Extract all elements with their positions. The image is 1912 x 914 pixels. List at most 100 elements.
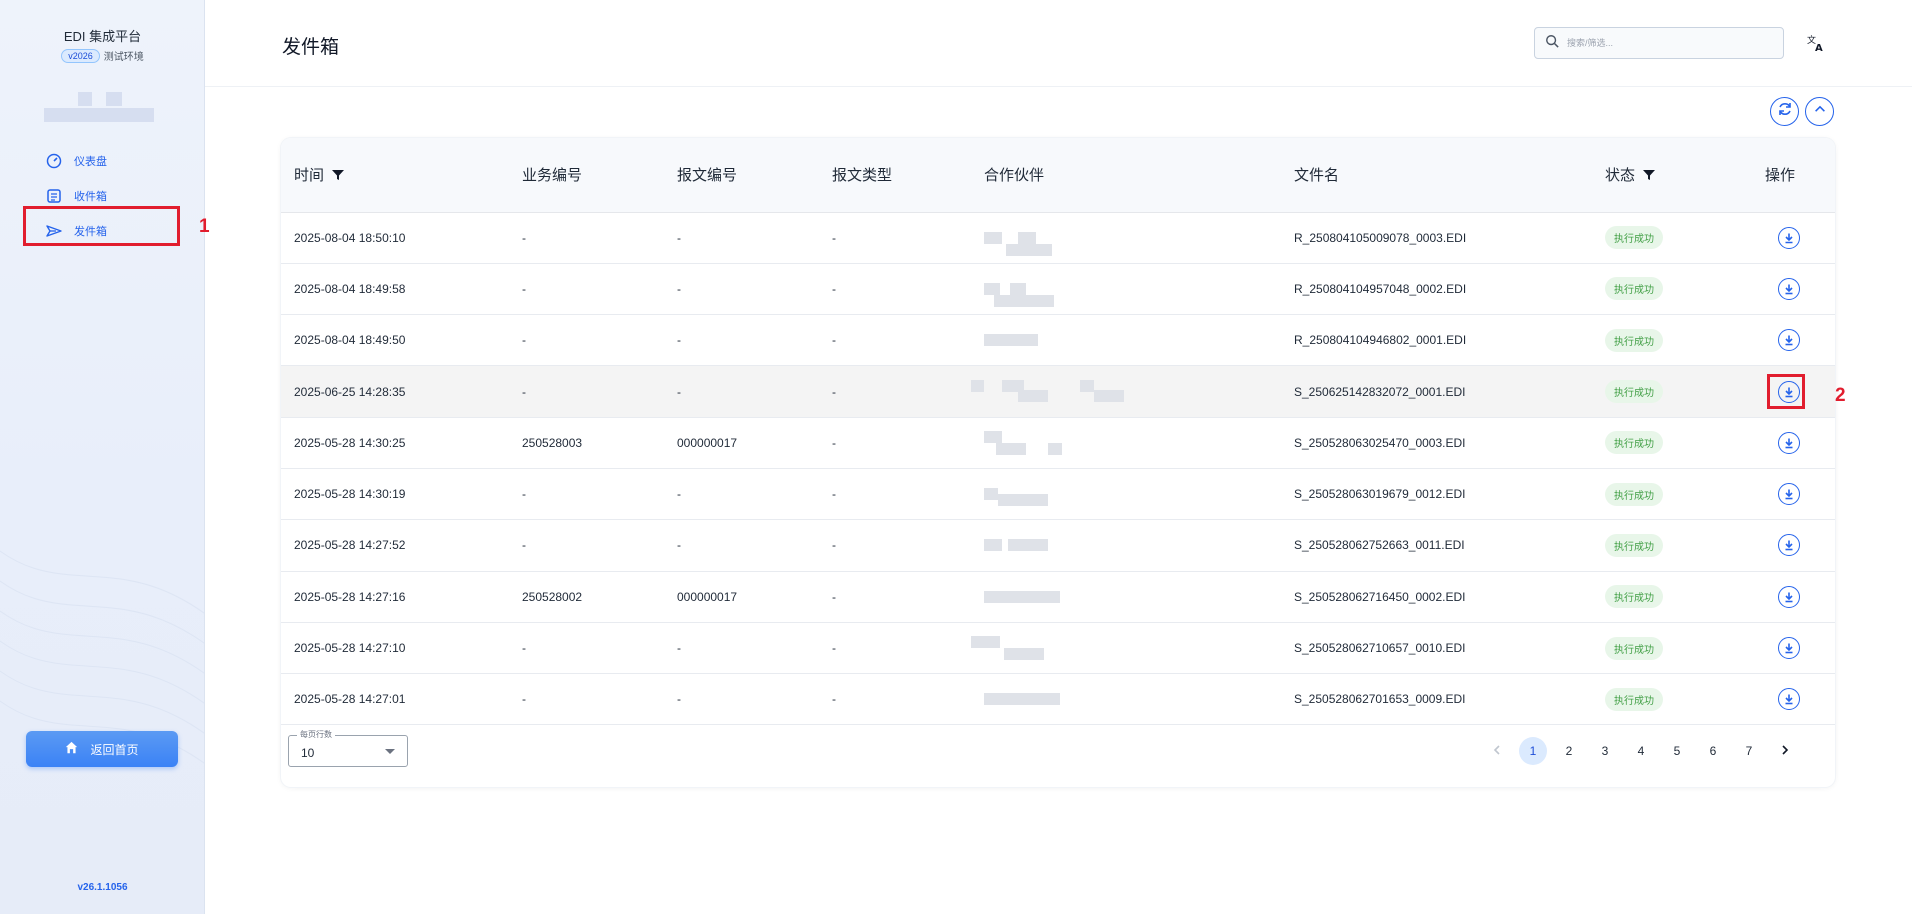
cell-actions	[1752, 468, 1835, 519]
back-home-button[interactable]: 返回首页	[26, 731, 178, 767]
filter-icon[interactable]	[1643, 168, 1656, 185]
status-badge: 执行成功	[1605, 431, 1663, 455]
cell-status: 执行成功	[1592, 212, 1752, 263]
cell-actions	[1752, 315, 1835, 366]
sidebar-item-outbox[interactable]: 发件箱	[26, 214, 176, 248]
collapse-button[interactable]	[1805, 97, 1834, 126]
speedometer-icon	[46, 153, 62, 169]
download-button[interactable]	[1778, 637, 1800, 660]
partner-redacted	[984, 585, 1281, 609]
refresh-button[interactable]	[1770, 97, 1799, 126]
page-button[interactable]: 1	[1519, 737, 1547, 765]
cell-status: 执行成功	[1592, 263, 1752, 314]
download-button[interactable]	[1778, 688, 1800, 711]
cell-partner	[971, 468, 1281, 519]
search-input[interactable]	[1567, 38, 1767, 48]
sidebar-item-inbox[interactable]: 收件箱	[26, 179, 176, 213]
status-badge: 执行成功	[1605, 380, 1663, 404]
table-row: 2025-05-28 14:27:52 - - - S_250528062752663_…	[281, 520, 1835, 572]
download-button[interactable]	[1778, 483, 1800, 506]
column-header: 文件名	[1281, 138, 1592, 213]
download-button[interactable]	[1778, 380, 1800, 403]
cell-message-type: -	[832, 641, 836, 656]
cell-message-no: -	[677, 692, 681, 707]
column-header-label: 时间	[294, 167, 325, 185]
app-version: v26.1.1056	[77, 882, 128, 893]
cell-message-no: -	[677, 333, 681, 348]
cell-time: 2025-05-28 14:30:25	[294, 435, 406, 450]
cell-file-name: S_250528063025470_0003.EDI	[1294, 435, 1466, 450]
download-button[interactable]	[1778, 329, 1800, 352]
status-badge: 执行成功	[1605, 687, 1663, 711]
cell-business-no: -	[522, 281, 526, 296]
cell-partner	[971, 622, 1281, 673]
status-badge: 执行成功	[1605, 328, 1663, 352]
cell-status: 执行成功	[1592, 315, 1752, 366]
translate-icon[interactable]: 文 A	[1805, 32, 1827, 54]
page-header: 发件箱 文 A	[205, 0, 1912, 87]
page-button[interactable]: 3	[1591, 737, 1619, 765]
status-badge: 执行成功	[1605, 533, 1663, 557]
cell-status: 执行成功	[1592, 622, 1752, 673]
cell-message-no: 000000017	[677, 435, 738, 450]
cell-message-no: -	[677, 487, 681, 502]
next-page-button[interactable]	[1771, 737, 1799, 765]
page-button[interactable]: 7	[1735, 737, 1763, 765]
download-button[interactable]	[1778, 585, 1800, 608]
cell-message-no: -	[677, 281, 681, 296]
env-label: 测试环境	[103, 52, 144, 63]
column-header[interactable]: 状态	[1592, 138, 1752, 213]
back-home-label: 返回首页	[90, 742, 139, 757]
cell-business-no: 250528003	[522, 435, 583, 450]
brand-subtitle: v2026 测试环境	[0, 48, 204, 63]
status-badge: 执行成功	[1605, 636, 1663, 660]
status-badge: 执行成功	[1605, 226, 1663, 250]
page-button[interactable]: 6	[1699, 737, 1727, 765]
rows-per-page-label: 每页行数	[297, 729, 335, 740]
cell-status: 执行成功	[1592, 468, 1752, 519]
pagination: 1 2 3 4 5 6 7	[1483, 736, 1799, 766]
download-icon	[1785, 387, 1793, 397]
table-row: 2025-08-04 18:49:50 - - - R_250804104946802_…	[281, 315, 1835, 366]
cell-business-no: -	[522, 692, 526, 707]
cell-time: 2025-05-28 14:27:52	[294, 538, 406, 553]
page-button[interactable]: 5	[1663, 737, 1691, 765]
table-row: 2025-05-28 14:27:01 - - - S_250528062701653_…	[281, 674, 1835, 725]
cell-partner	[971, 263, 1281, 314]
filter-icon[interactable]	[332, 168, 345, 185]
cell-message-no: -	[677, 384, 681, 399]
download-button[interactable]	[1778, 226, 1800, 249]
sidebar-item-dashboard[interactable]: 仪表盘	[26, 144, 176, 178]
cell-partner	[971, 571, 1281, 622]
chevron-down-icon	[385, 749, 395, 754]
download-icon	[1785, 694, 1793, 705]
search-icon	[1545, 34, 1559, 53]
download-button[interactable]	[1778, 431, 1800, 454]
inbox-icon	[46, 188, 62, 204]
column-header: 报文类型	[819, 138, 971, 213]
sidebar-background-waves	[0, 550, 204, 764]
cell-actions	[1752, 212, 1835, 263]
prev-page-button[interactable]	[1483, 737, 1511, 765]
download-button[interactable]	[1778, 534, 1800, 557]
download-icon	[1785, 438, 1793, 449]
cell-file-name: S_250528062710657_0010.EDI	[1294, 641, 1466, 656]
column-header[interactable]: 时间	[281, 138, 509, 213]
table-row: 2025-06-25 14:28:35 - - - S_250625142832072_…	[281, 365, 1835, 418]
cell-actions	[1752, 622, 1835, 673]
cell-status: 执行成功	[1592, 417, 1752, 468]
status-badge: 执行成功	[1605, 277, 1663, 301]
cell-status: 执行成功	[1592, 520, 1752, 571]
partner-redacted	[984, 328, 1281, 352]
column-header-label: 状态	[1605, 167, 1636, 185]
cell-time: 2025-06-25 14:28:35	[294, 384, 406, 399]
download-button[interactable]	[1778, 277, 1800, 300]
cell-business-no: -	[522, 333, 526, 348]
rows-per-page-select[interactable]: 每页行数 10	[288, 729, 408, 767]
page-button[interactable]: 2	[1555, 737, 1583, 765]
home-icon	[65, 741, 78, 757]
cell-status: 执行成功	[1592, 674, 1752, 725]
send-icon	[46, 223, 62, 239]
cell-time: 2025-08-04 18:49:50	[294, 333, 406, 348]
page-button[interactable]: 4	[1627, 737, 1655, 765]
